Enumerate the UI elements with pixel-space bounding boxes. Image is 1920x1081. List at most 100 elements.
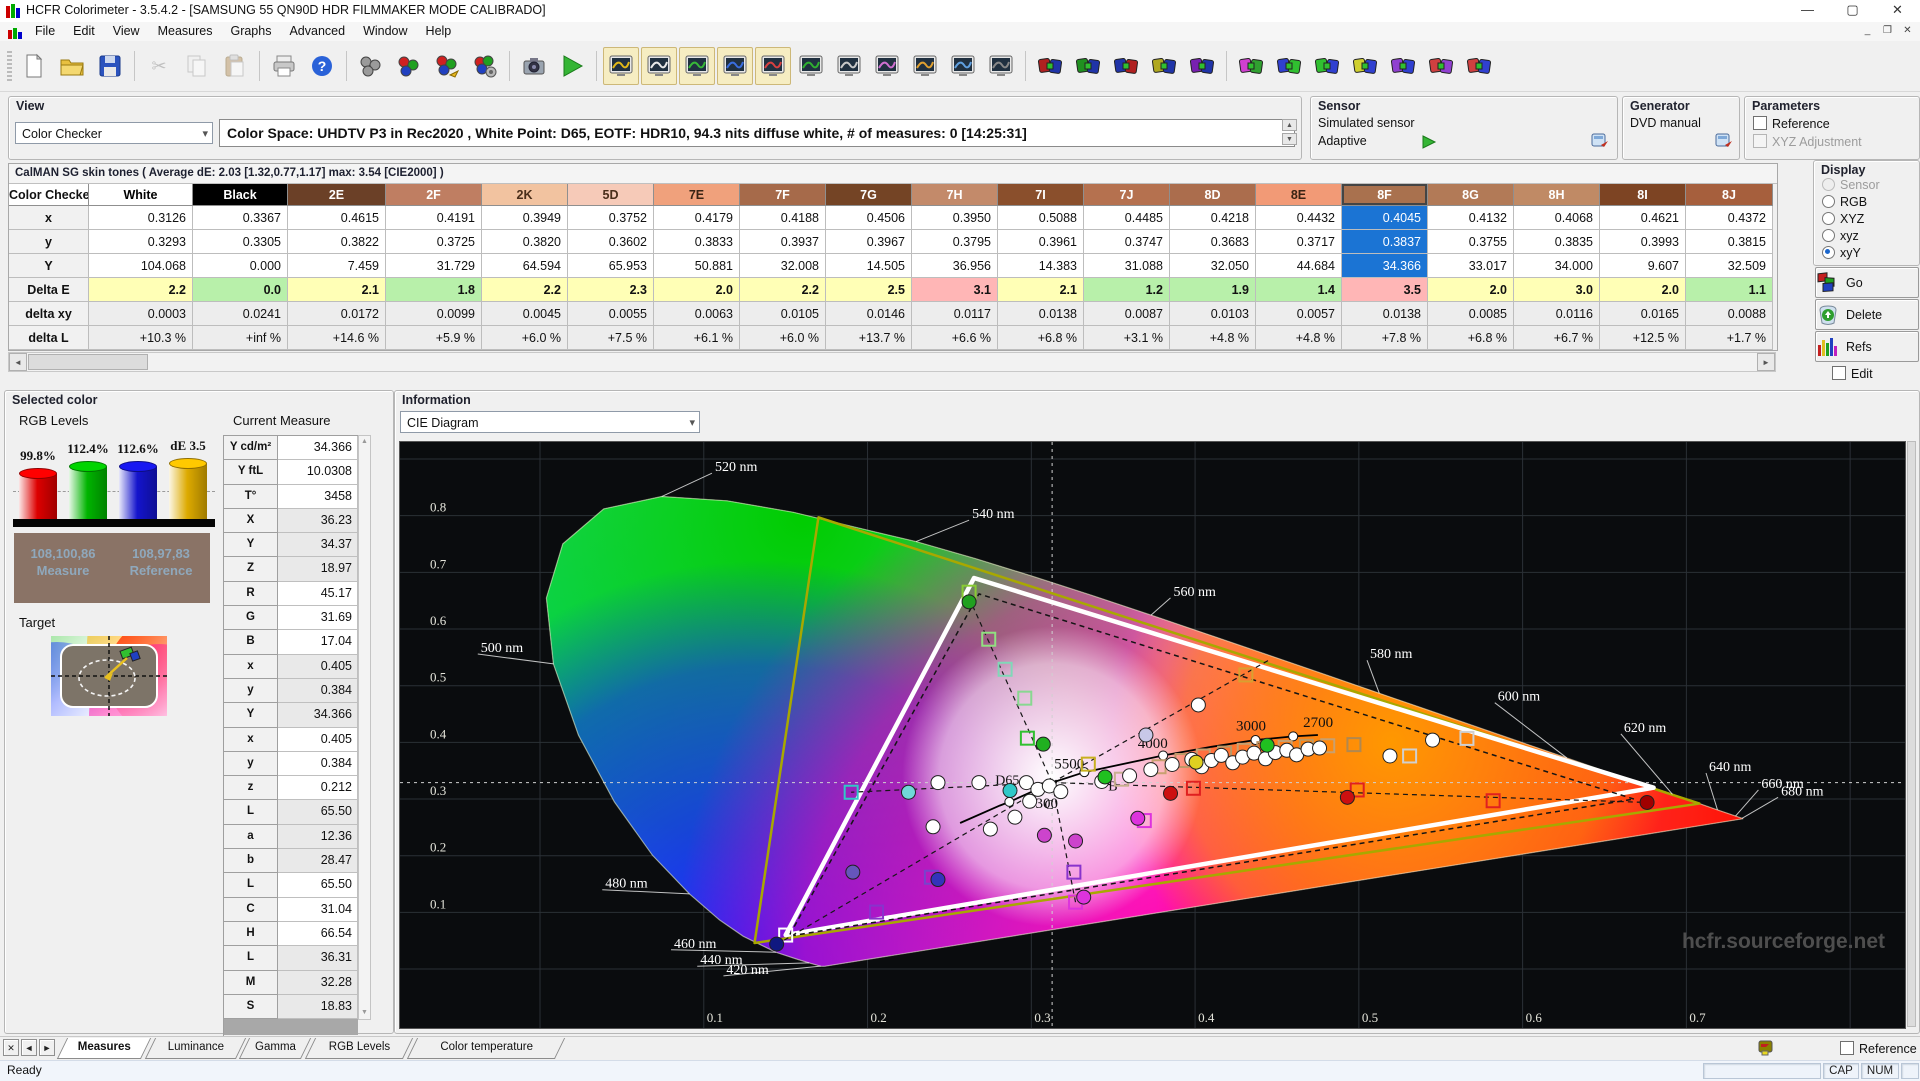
table-cell[interactable]: 0.0117 <box>912 302 998 326</box>
table-cell[interactable]: 0.4191 <box>386 206 482 230</box>
table-cell[interactable]: 0.4132 <box>1428 206 1514 230</box>
column-header-7H[interactable]: 7H <box>912 184 998 206</box>
reference-checkbox[interactable]: Reference <box>1753 116 1830 131</box>
tab-color-temperature[interactable]: Color temperature <box>407 1038 566 1059</box>
table-cell[interactable]: +4.8 % <box>1170 326 1256 350</box>
table-cell[interactable]: +14.6 % <box>288 326 386 350</box>
table-cell[interactable]: 0.3949 <box>482 206 568 230</box>
table-cell[interactable]: 3.1 <box>912 278 998 302</box>
column-header-2F[interactable]: 2F <box>386 184 482 206</box>
table-cell[interactable]: +7.8 % <box>1342 326 1428 350</box>
table-cell[interactable]: 14.383 <box>998 254 1084 278</box>
table-cell[interactable]: +13.7 % <box>826 326 912 350</box>
table-cell[interactable]: 2.1 <box>998 278 1084 302</box>
toolbar-open-button[interactable] <box>54 47 90 85</box>
toolbar-view-free-4-button[interactable] <box>945 47 981 85</box>
column-header-7E[interactable]: 7E <box>654 184 740 206</box>
generator-config-icon[interactable] <box>1715 133 1733 148</box>
table-cell[interactable]: 0.4372 <box>1686 206 1773 230</box>
info-scroll-up-button[interactable]: ▲ <box>1282 119 1297 131</box>
table-cell[interactable]: 0.3752 <box>568 206 654 230</box>
toolbar-measure-rgb-button[interactable] <box>391 47 427 85</box>
toolbar-measure-config-button[interactable] <box>467 47 503 85</box>
table-cell[interactable]: 0.0003 <box>89 302 193 326</box>
toolbar-free-meas-1-button[interactable] <box>1233 47 1269 85</box>
table-cell[interactable]: 0.4615 <box>288 206 386 230</box>
table-cell[interactable]: 14.505 <box>826 254 912 278</box>
table-cell[interactable]: +4.8 % <box>1256 326 1342 350</box>
column-header-8F[interactable]: 8F <box>1342 184 1428 206</box>
table-cell[interactable]: +6.6 % <box>912 326 998 350</box>
column-header-8G[interactable]: 8G <box>1428 184 1514 206</box>
table-cell[interactable]: +10.3 % <box>89 326 193 350</box>
go-button[interactable]: Go <box>1815 267 1919 298</box>
mdi-restore-button[interactable]: ❐ <box>1879 24 1896 39</box>
table-cell[interactable]: 0.0116 <box>1514 302 1600 326</box>
table-cell[interactable]: +7.5 % <box>568 326 654 350</box>
column-header-8E[interactable]: 8E <box>1256 184 1342 206</box>
column-header-2K[interactable]: 2K <box>482 184 568 206</box>
table-cell[interactable]: +6.8 % <box>998 326 1084 350</box>
table-cell[interactable]: 0.3833 <box>654 230 740 254</box>
table-cell[interactable]: +1.7 % <box>1686 326 1773 350</box>
table-cell[interactable]: 0.0085 <box>1428 302 1514 326</box>
table-cell[interactable]: 0.4179 <box>654 206 740 230</box>
minimize-button[interactable]: — <box>1785 0 1830 22</box>
table-cell[interactable]: 7.459 <box>288 254 386 278</box>
table-cell[interactable]: 0.0088 <box>1686 302 1773 326</box>
table-cell[interactable]: +6.0 % <box>482 326 568 350</box>
tab-luminance[interactable]: Luminance <box>144 1038 245 1059</box>
column-header-8H[interactable]: 8H <box>1514 184 1600 206</box>
menu-window[interactable]: Window <box>354 22 416 40</box>
toolbar-dataset-2-button[interactable] <box>1070 47 1106 85</box>
table-cell[interactable]: 2.0 <box>1428 278 1514 302</box>
info-scroll-down-button[interactable]: ▼ <box>1282 133 1297 145</box>
menu-measures[interactable]: Measures <box>149 22 222 40</box>
toolbar-run-measures-button[interactable] <box>554 47 590 85</box>
table-cell[interactable]: 2.2 <box>482 278 568 302</box>
table-cell[interactable]: 0.3747 <box>1084 230 1170 254</box>
table-cell[interactable]: +6.7 % <box>1514 326 1600 350</box>
toolbar-free-meas-4-button[interactable] <box>1347 47 1383 85</box>
column-header-8I[interactable]: 8I <box>1600 184 1686 206</box>
close-button[interactable]: ✕ <box>1875 0 1920 22</box>
table-cell[interactable]: 0.3837 <box>1342 230 1428 254</box>
tab-next-button[interactable]: ► <box>39 1039 55 1056</box>
table-cell[interactable]: 0.0105 <box>740 302 826 326</box>
table-cell[interactable]: 0.3293 <box>89 230 193 254</box>
tab-rgb-levels[interactable]: RGB Levels <box>305 1038 413 1059</box>
table-cell[interactable]: 0.0138 <box>998 302 1084 326</box>
toolbar-view-cie-diagram-button[interactable] <box>793 47 829 85</box>
edit-checkbox[interactable]: Edit <box>1832 366 1873 381</box>
table-cell[interactable]: 0.0055 <box>568 302 654 326</box>
table-cell[interactable]: 0.4068 <box>1514 206 1600 230</box>
table-cell[interactable]: +6.1 % <box>654 326 740 350</box>
table-cell[interactable]: 0.3950 <box>912 206 998 230</box>
table-cell[interactable]: +6.0 % <box>740 326 826 350</box>
table-cell[interactable]: 64.594 <box>482 254 568 278</box>
table-cell[interactable]: 34.000 <box>1514 254 1600 278</box>
table-cell[interactable]: 0.3717 <box>1256 230 1342 254</box>
table-cell[interactable]: 2.0 <box>654 278 740 302</box>
toolbar-copy-button[interactable] <box>179 47 215 85</box>
column-header-7G[interactable]: 7G <box>826 184 912 206</box>
table-cell[interactable]: 0.4485 <box>1084 206 1170 230</box>
table-cell[interactable]: 2.2 <box>740 278 826 302</box>
table-cell[interactable]: 0.3725 <box>386 230 482 254</box>
toolbar-about-help-button[interactable]: ? <box>304 47 340 85</box>
toolbar-view-luminance-button[interactable] <box>641 47 677 85</box>
sensor-run-icon[interactable] <box>1421 135 1437 149</box>
menu-graphs[interactable]: Graphs <box>221 22 280 40</box>
toolbar-view-free-3-button[interactable] <box>907 47 943 85</box>
table-cell[interactable]: 31.729 <box>386 254 482 278</box>
table-cell[interactable]: 1.8 <box>386 278 482 302</box>
table-cell[interactable]: 32.509 <box>1686 254 1773 278</box>
column-header-7J[interactable]: 7J <box>1084 184 1170 206</box>
toolbar-dataset-5-button[interactable] <box>1184 47 1220 85</box>
table-cell[interactable]: 1.2 <box>1084 278 1170 302</box>
maximize-button[interactable]: ▢ <box>1830 0 1875 22</box>
table-cell[interactable]: 0.0 <box>193 278 288 302</box>
table-cell[interactable]: 0.0138 <box>1342 302 1428 326</box>
display-option-xyY[interactable]: xyY <box>1822 246 1880 263</box>
tab-close-button[interactable]: ✕ <box>3 1039 19 1056</box>
